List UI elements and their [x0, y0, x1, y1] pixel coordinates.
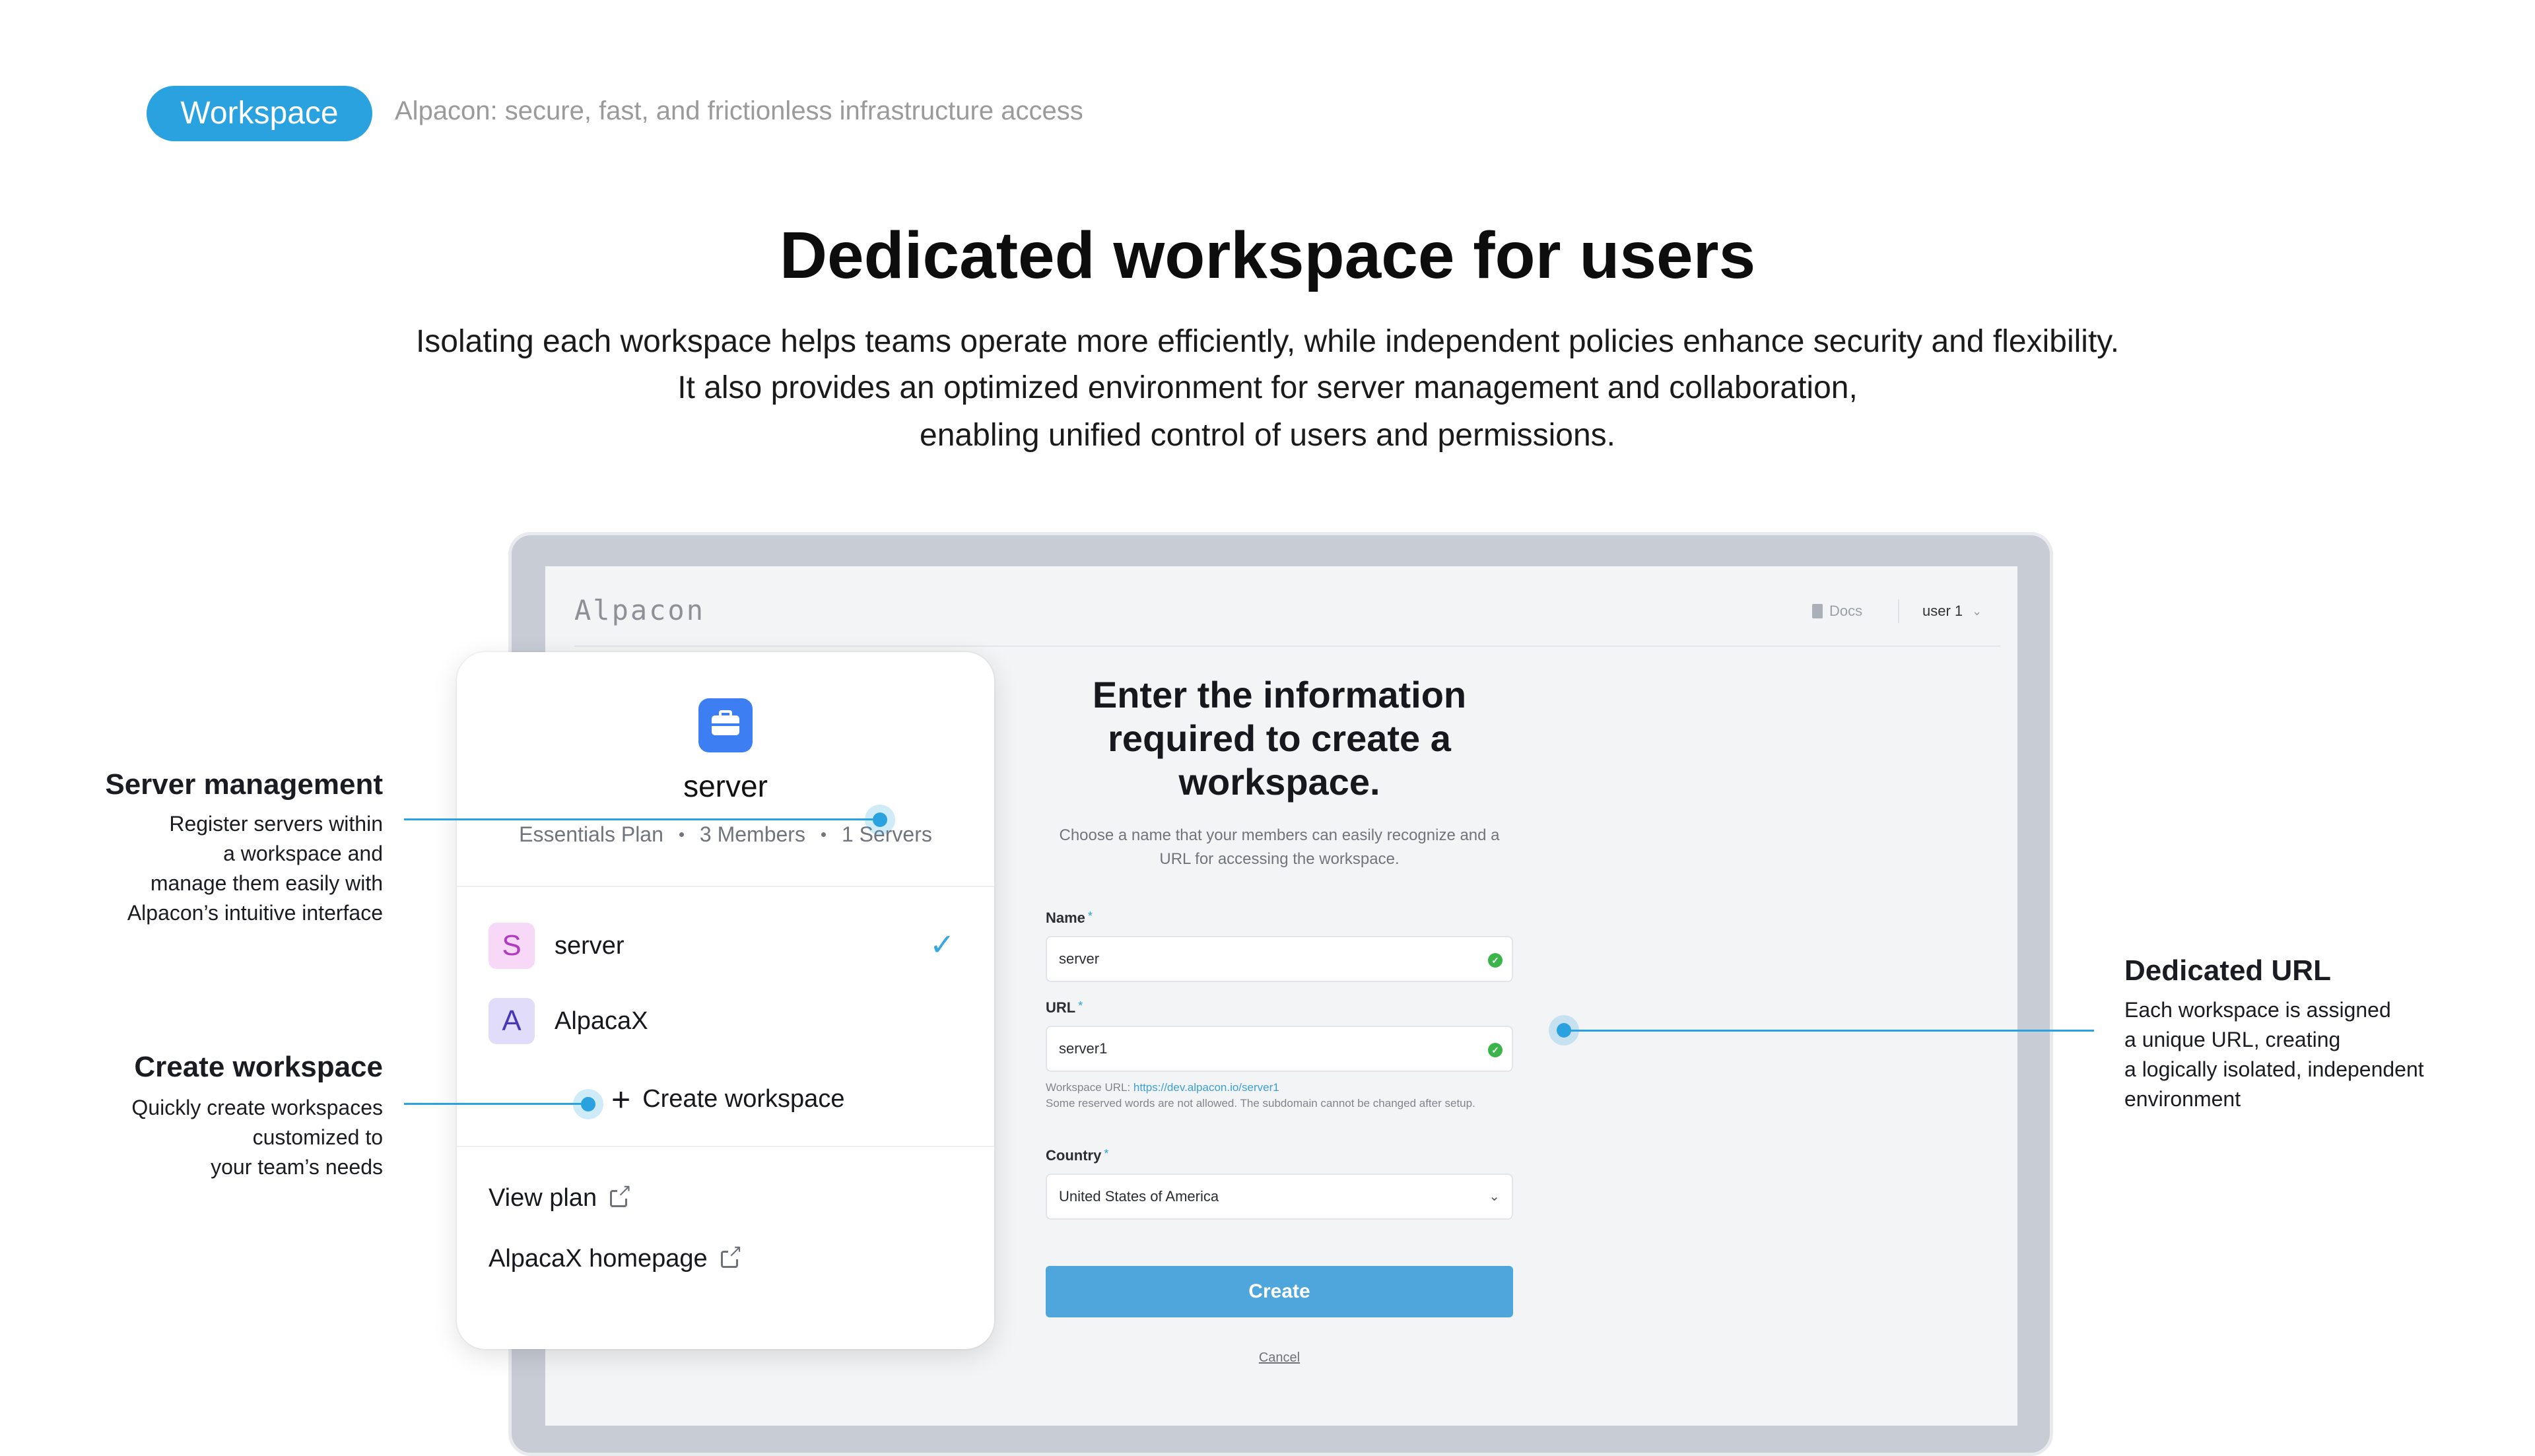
subtitle-line-1: Isolating each workspace helps teams ope… — [415, 324, 2120, 359]
dedicated-url-connector — [1566, 1030, 2094, 1032]
members-count: 3 Members — [699, 822, 805, 846]
success-check-icon: ✓ — [1488, 1043, 1503, 1057]
workspace-badge: Workspace — [147, 86, 372, 141]
docs-label: Docs — [1829, 603, 1863, 619]
external-link-icon — [720, 1241, 743, 1268]
plan-label: Essentials Plan — [519, 822, 663, 846]
url-input[interactable]: server1 ✓ — [1046, 1026, 1513, 1072]
name-input[interactable]: server ✓ — [1046, 936, 1513, 982]
workspace-item-label: server — [555, 931, 625, 960]
current-workspace-name: server — [683, 769, 768, 803]
url-help-text: Workspace URL: https://dev.alpacon.io/se… — [1046, 1080, 1513, 1111]
separator-dot — [679, 832, 684, 837]
header-divider — [574, 645, 2000, 647]
tagline: Alpacon: secure, fast, and frictionless … — [395, 96, 1083, 125]
servers-count: 1 Servers — [841, 822, 932, 846]
plus-icon: + — [611, 1080, 631, 1118]
docs-link[interactable]: Docs — [1812, 603, 1862, 620]
subtitle-line-3: enabling unified control of users and pe… — [920, 418, 1615, 453]
user-label: user 1 — [1922, 603, 1963, 619]
workspace-avatar: A — [489, 998, 535, 1044]
dedicated-url-title: Dedicated URL — [2124, 954, 2331, 987]
create-workspace-body: Quickly create workspaces customized to … — [131, 1096, 383, 1179]
success-check-icon: ✓ — [1488, 953, 1503, 968]
create-workspace-marker — [581, 1097, 595, 1111]
external-link-icon — [610, 1181, 632, 1207]
briefcase-icon — [698, 698, 753, 752]
subtitle-line-2: It also provides an optimized environmen… — [677, 370, 1858, 405]
country-label: Country * — [1046, 1147, 1109, 1164]
header-vertical-divider — [1898, 599, 1899, 623]
server-management-title: Server management — [105, 768, 383, 801]
server-management-connector — [404, 818, 879, 820]
cancel-link[interactable]: Cancel — [1046, 1350, 1513, 1366]
workspace-item-alpacax[interactable]: A AlpacaX — [489, 998, 648, 1044]
url-input-value: server1 — [1059, 1040, 1108, 1057]
create-workspace-label: Create workspace — [642, 1085, 845, 1113]
separator-dot — [821, 832, 826, 837]
menu-divider — [457, 1146, 994, 1147]
form-title: Enter the information required to create… — [1092, 674, 1467, 803]
create-button[interactable]: Create — [1046, 1266, 1513, 1317]
name-label: Name * — [1046, 910, 1093, 926]
form-description: Choose a name that your members can easi… — [1059, 826, 1500, 868]
homepage-label: AlpacaX homepage — [489, 1245, 708, 1273]
workspace-meta: Essentials Plan 3 Members 1 Servers — [457, 822, 994, 847]
view-plan-label: View plan — [489, 1184, 597, 1212]
workspace-item-label: AlpacaX — [555, 1007, 648, 1035]
url-label: URL * — [1046, 999, 1083, 1016]
server-management-marker — [873, 812, 887, 827]
server-management-body: Register servers within a workspace and … — [127, 812, 383, 925]
name-input-value: server — [1059, 950, 1100, 967]
create-workspace-connector — [404, 1103, 588, 1105]
dedicated-url-marker — [1557, 1023, 1571, 1038]
alpacax-homepage-link[interactable]: AlpacaX homepage — [489, 1241, 743, 1273]
docs-icon — [1812, 604, 1823, 618]
workspace-avatar: S — [489, 923, 535, 969]
page-title: Dedicated workspace for users — [779, 218, 1756, 292]
chevron-down-icon: ⌄ — [1972, 604, 1982, 618]
workspace-item-server[interactable]: S server — [489, 923, 625, 969]
workspace-url-link[interactable]: https://dev.alpacon.io/server1 — [1133, 1081, 1279, 1094]
chevron-down-icon: ⌄ — [1489, 1189, 1500, 1204]
country-select-value: United States of America — [1059, 1188, 1219, 1205]
dedicated-url-body: Each workspace is assigned a unique URL,… — [2124, 998, 2424, 1111]
country-select[interactable]: United States of America ⌄ — [1046, 1174, 1513, 1220]
menu-divider — [457, 886, 994, 887]
create-workspace-button[interactable]: + Create workspace — [611, 1080, 845, 1118]
view-plan-link[interactable]: View plan — [489, 1181, 632, 1212]
url-help-note: Some reserved words are not allowed. The… — [1046, 1097, 1475, 1109]
url-help-prefix: Workspace URL: — [1046, 1081, 1133, 1094]
create-workspace-title: Create workspace — [134, 1051, 383, 1083]
app-logo[interactable]: Alpacon — [574, 594, 705, 626]
user-menu[interactable]: user 1 ⌄ — [1922, 603, 1982, 620]
check-icon: ✓ — [930, 927, 955, 962]
